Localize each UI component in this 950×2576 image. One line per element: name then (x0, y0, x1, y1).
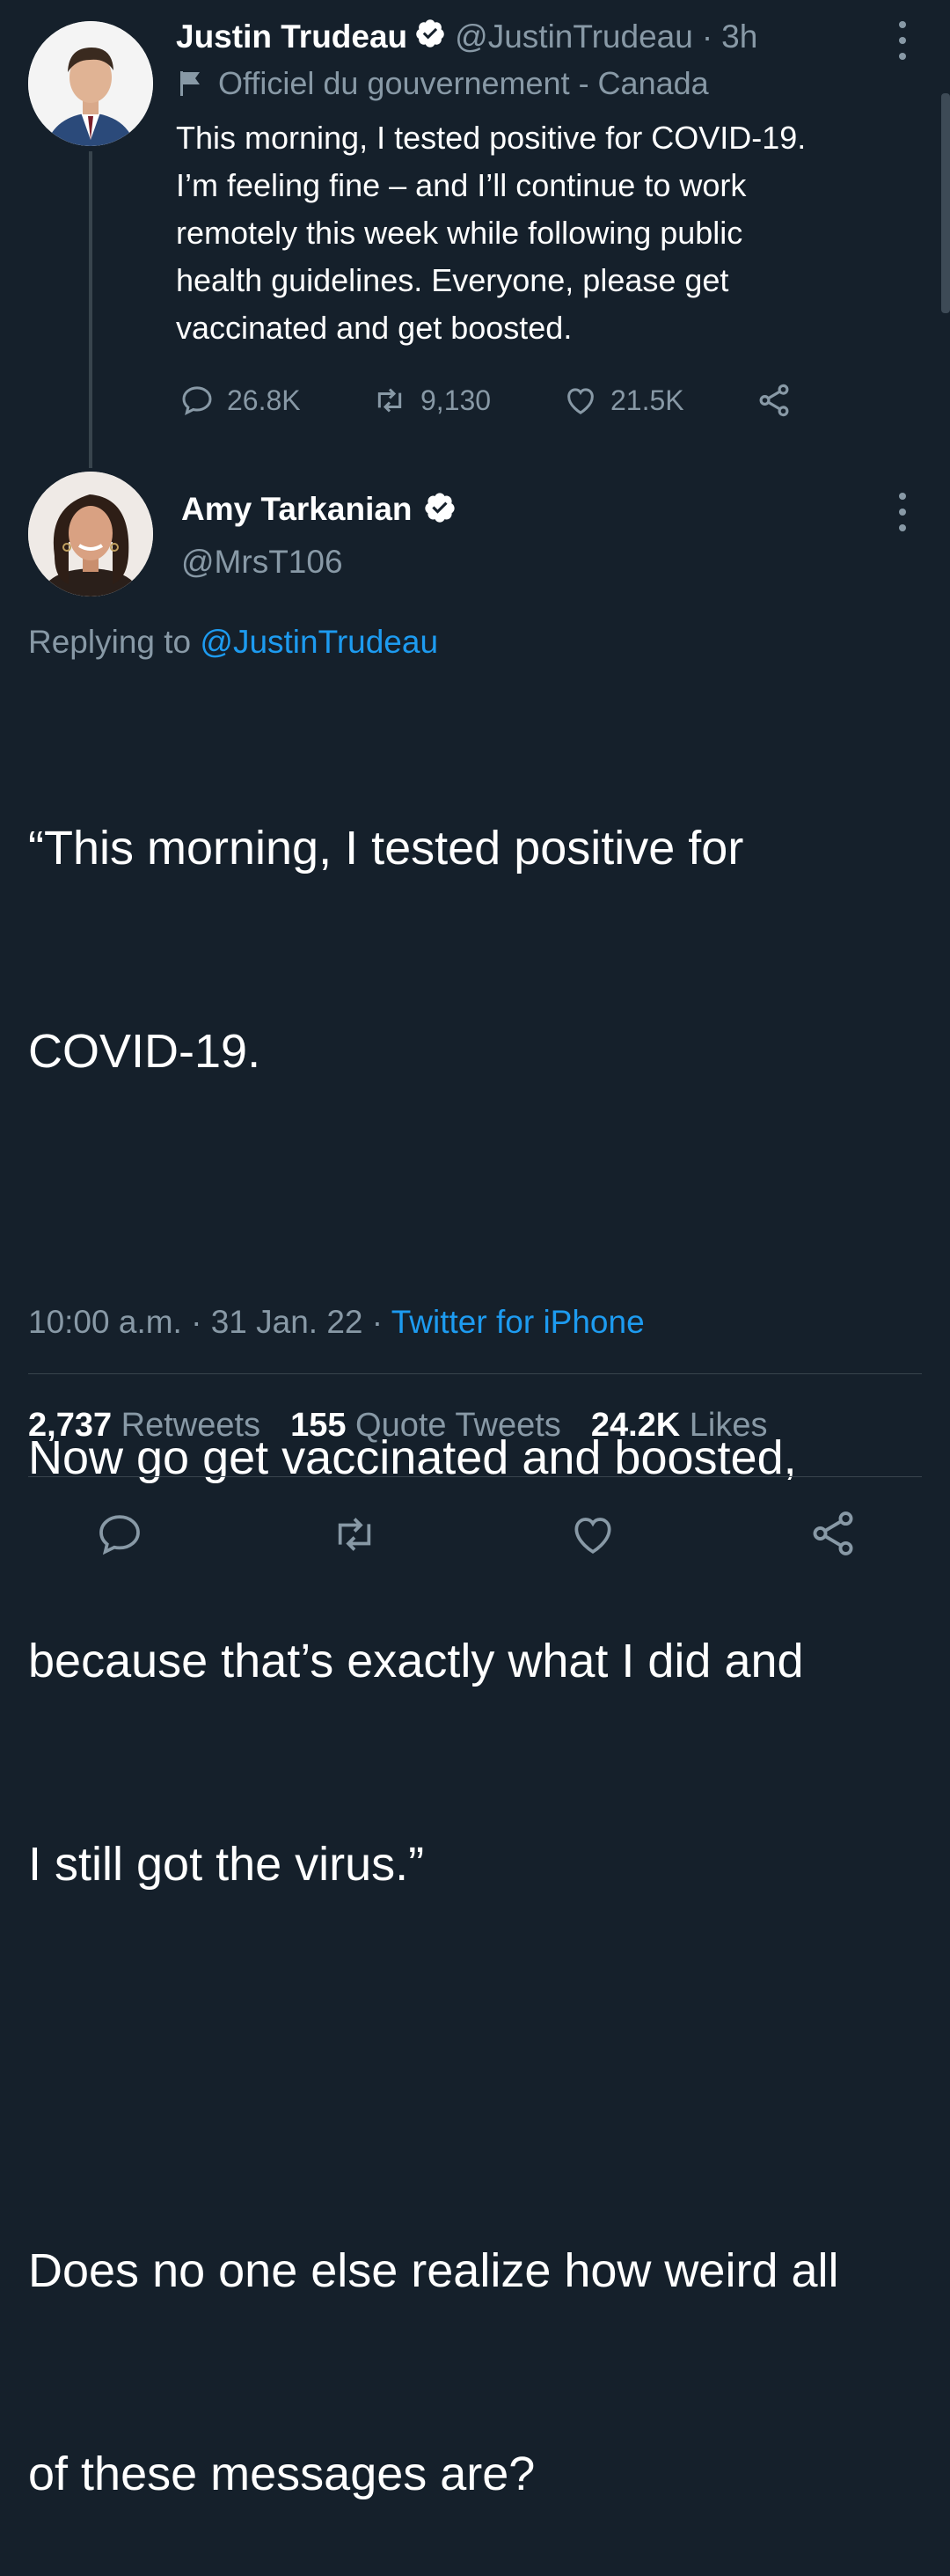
reply-icon (182, 386, 212, 415)
text-line (28, 1221, 839, 1289)
verified-badge-icon (414, 18, 446, 57)
author-handle[interactable]: @JustinTrudeau (455, 18, 693, 55)
divider (28, 1373, 922, 1374)
reply-count: 26.8K (227, 384, 301, 416)
text-line: remotely this week while following publi… (176, 215, 743, 251)
retweets-stat[interactable]: 2,737 Retweets (28, 1402, 260, 1448)
retweets-count: 2,737 (28, 1407, 113, 1444)
parent-tweet-header: Justin Trudeau @JustinTrudeau · 3h (176, 16, 757, 58)
likes-stat[interactable]: 24.2K Likes (591, 1402, 768, 1448)
scrollbar-thumb[interactable] (941, 93, 950, 313)
avatar-image (28, 21, 153, 146)
share-button[interactable] (756, 378, 793, 422)
text-line: because that’s exactly what I did and (28, 1635, 804, 1687)
avatar-justin-trudeau[interactable] (28, 21, 153, 146)
tweet-time[interactable]: 3h (721, 18, 757, 55)
text-line: vaccinated and get boosted. (176, 310, 573, 346)
retweet-button[interactable]: 9,130 (371, 378, 491, 422)
replying-prefix: Replying to (28, 624, 192, 660)
timestamp[interactable]: 10:00 a.m. · 31 Jan. 22 · (28, 1304, 383, 1340)
flag-icon (179, 70, 202, 98)
text-line: This morning, I tested positive for COVI… (176, 120, 807, 156)
like-button[interactable]: 21.5K (563, 378, 684, 422)
verified-badge-icon (423, 491, 457, 529)
engagement-stats: 2,737 Retweets 155 Quote Tweets 24.2K Li… (28, 1402, 768, 1448)
avatar-image (28, 472, 153, 596)
quote-tweets-stat[interactable]: 155 Quote Tweets (290, 1402, 561, 1448)
divider (28, 1476, 922, 1477)
like-button[interactable] (568, 1510, 618, 1559)
text-line: Does no one else realize how weird all (28, 2244, 839, 2297)
text-line (28, 2034, 839, 2102)
avatar-amy-tarkanian[interactable] (28, 472, 153, 596)
replying-handle-link[interactable]: @JustinTrudeau (200, 624, 438, 660)
client-link[interactable]: Twitter for iPhone (391, 1304, 645, 1340)
text-line: “This morning, I tested positive for (28, 822, 744, 875)
author-name[interactable]: Justin Trudeau (176, 18, 407, 55)
share-icon (759, 384, 789, 417)
thread-line (89, 151, 92, 468)
parent-tweet-text: This morning, I tested positive for COVI… (176, 114, 806, 352)
text-line: health guidelines. Everyone, please get (176, 262, 729, 298)
tweet-meta: 10:00 a.m. · 31 Jan. 22 · Twitter for iP… (28, 1300, 645, 1344)
more-options-icon[interactable] (894, 493, 911, 531)
retweet-button[interactable] (329, 1510, 380, 1559)
like-count: 21.5K (610, 384, 684, 416)
retweet-icon (338, 1518, 371, 1551)
text-line: I’m feeling fine – and I’ll continue to … (176, 167, 747, 203)
retweet-icon (377, 388, 402, 413)
text-line: of these messages are? (28, 2448, 536, 2500)
heart-icon (567, 388, 594, 414)
retweet-count: 9,130 (420, 384, 492, 416)
reply-icon (99, 1515, 140, 1555)
author-name[interactable]: Amy Tarkanian (181, 491, 413, 528)
likes-label: Likes (689, 1407, 768, 1444)
reply-button[interactable] (95, 1510, 144, 1559)
government-label: Officiel du gouvernement - Canada (179, 63, 709, 104)
share-button[interactable] (808, 1508, 859, 1559)
heart-icon (574, 1518, 611, 1555)
text-line: I still got the virus.” (28, 1838, 425, 1891)
text-line: COVID-19. (28, 1025, 261, 1078)
more-options-icon[interactable] (894, 21, 911, 60)
share-icon (813, 1511, 853, 1555)
likes-count: 24.2K (590, 1407, 681, 1444)
author-handle[interactable]: @MrsT106 (181, 542, 343, 582)
header-separator: · (701, 18, 713, 55)
replying-to: Replying to @JustinTrudeau (28, 621, 438, 663)
parent-tweet-actions: 26.8K 9,130 21.5K (179, 378, 813, 422)
quotes-label: Quote Tweets (355, 1407, 561, 1444)
retweets-label: Retweets (121, 1407, 261, 1444)
quotes-count: 155 (290, 1407, 347, 1444)
main-tweet-text: “This morning, I tested positive for COV… (28, 679, 839, 2576)
reply-button[interactable]: 26.8K (179, 378, 301, 422)
main-tweet-author: Amy Tarkanian (181, 489, 457, 530)
label-text[interactable]: Officiel du gouvernement - Canada (218, 65, 709, 102)
